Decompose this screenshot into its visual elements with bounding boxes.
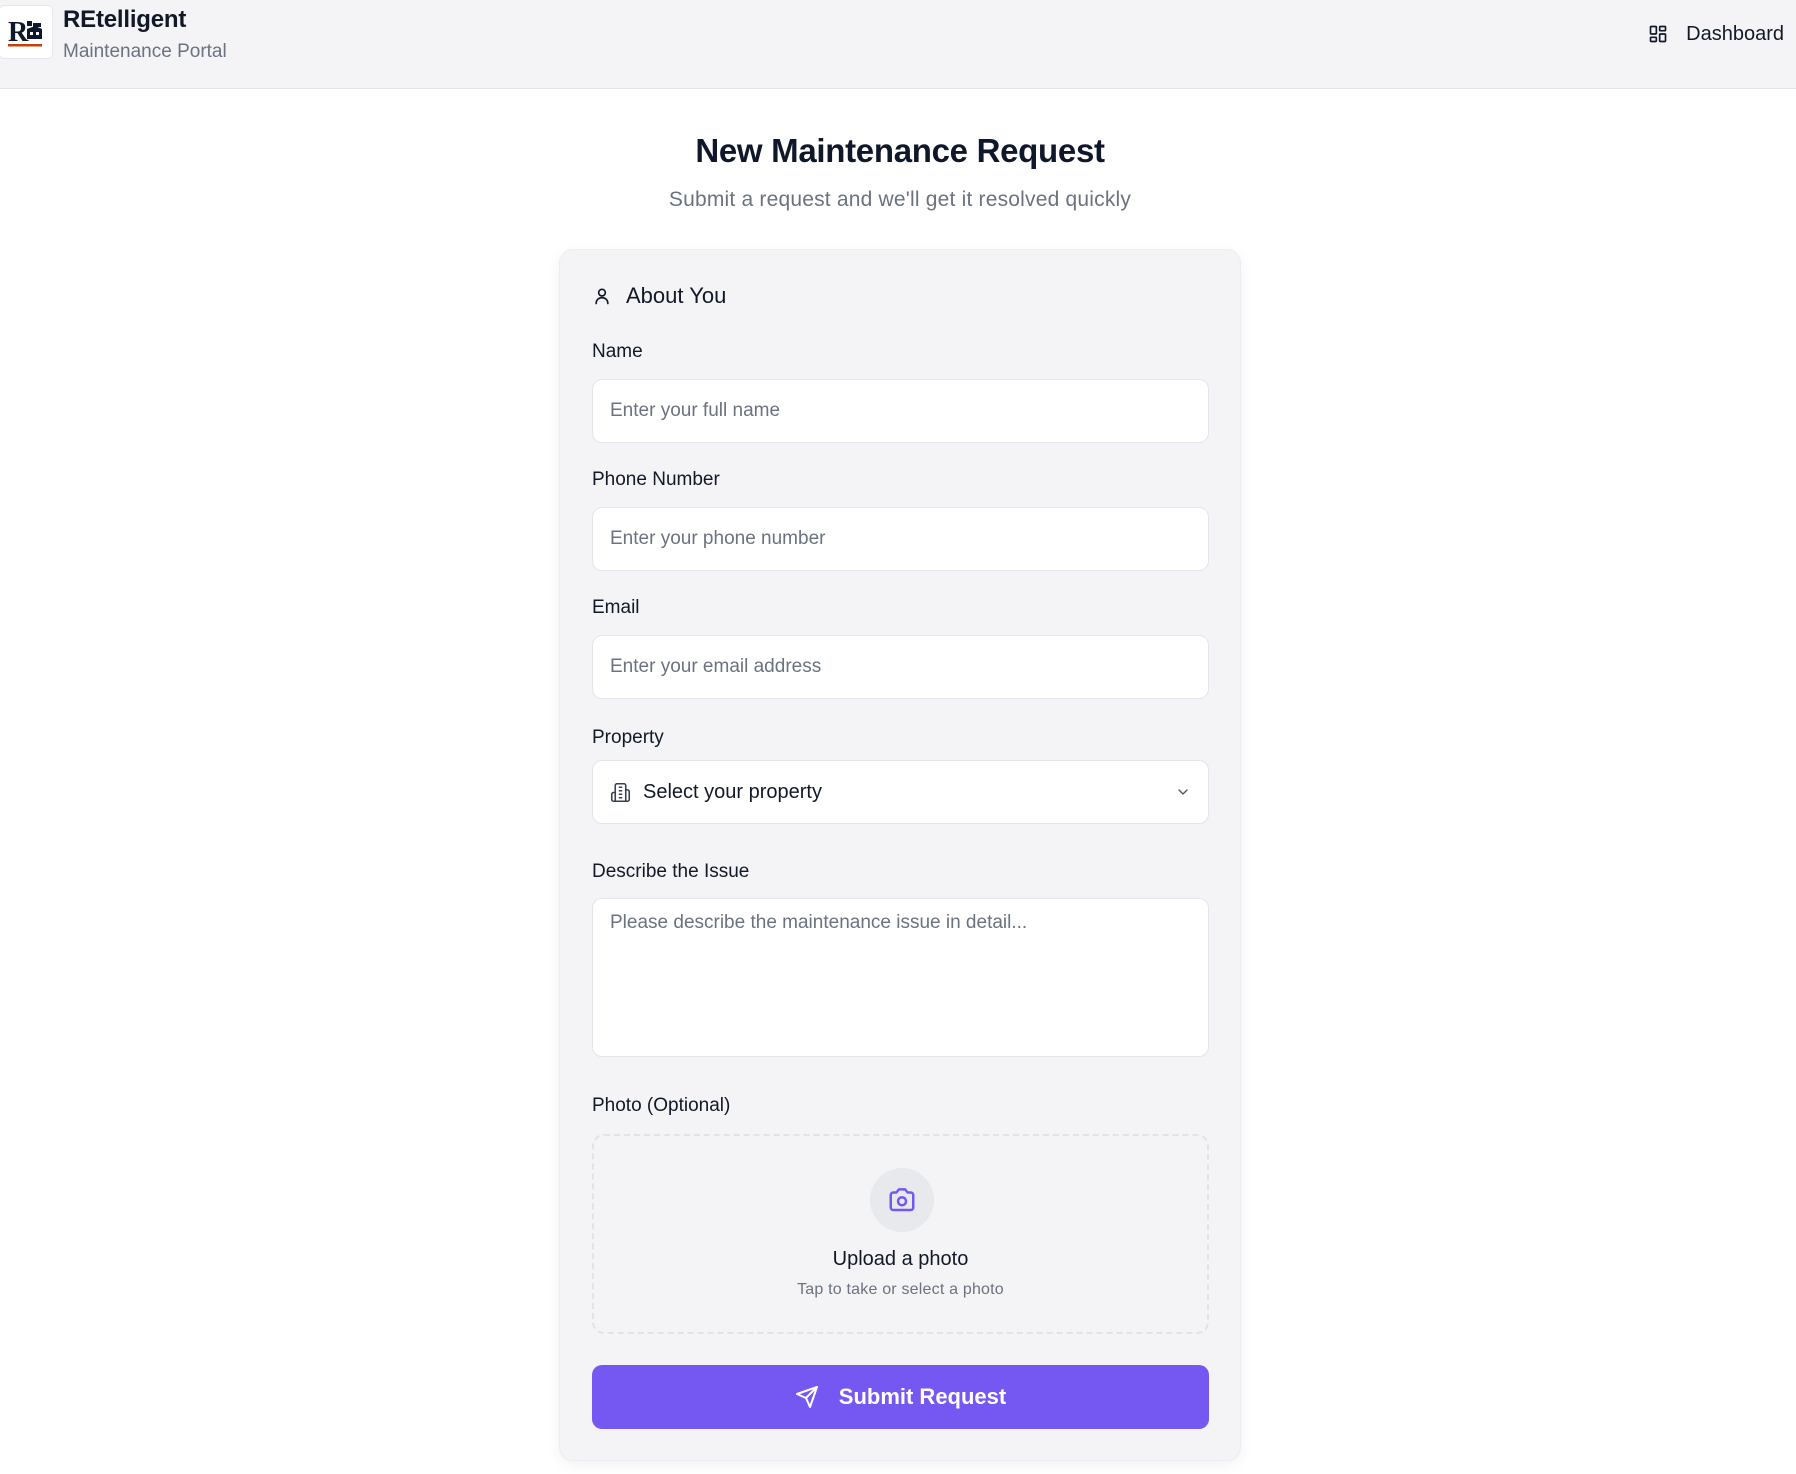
retelligent-logo-mark: R bbox=[8, 17, 42, 48]
photo-label: Photo (Optional) bbox=[592, 1095, 731, 1116]
submit-button-label: Submit Request bbox=[838, 1384, 1007, 1409]
maintenance-request-form: About You Name Phone Number Email Proper… bbox=[559, 249, 1241, 1461]
upload-hint: Tap to take or select a photo bbox=[797, 1281, 1004, 1298]
camera-icon-badge bbox=[870, 1168, 934, 1232]
property-label: Property bbox=[592, 727, 664, 748]
name-input[interactable] bbox=[592, 379, 1209, 443]
section-header-about-you: About You bbox=[592, 283, 726, 309]
name-label: Name bbox=[592, 341, 643, 362]
page-title: New Maintenance Request bbox=[695, 132, 1105, 169]
top-header: R REtelligent Maintenance Portal Dashboa… bbox=[0, 0, 1796, 89]
submit-request-button[interactable]: Submit Request bbox=[592, 1365, 1209, 1429]
property-select[interactable]: Select your property bbox=[592, 760, 1209, 824]
section-title: About You bbox=[626, 283, 727, 308]
svg-text:R: R bbox=[8, 17, 29, 48]
property-select-value: Select your property bbox=[643, 780, 822, 803]
building-icon bbox=[610, 782, 631, 802]
phone-input[interactable] bbox=[592, 507, 1209, 571]
dashboard-link-label: Dashboard bbox=[1686, 22, 1784, 45]
email-input[interactable] bbox=[592, 635, 1209, 699]
phone-label: Phone Number bbox=[592, 469, 720, 490]
issue-textarea[interactable] bbox=[592, 898, 1209, 1057]
camera-icon bbox=[889, 1188, 915, 1212]
layout-dashboard-icon bbox=[1649, 25, 1667, 43]
upload-title: Upload a photo bbox=[832, 1248, 969, 1270]
send-icon bbox=[795, 1386, 818, 1408]
app-subtitle: Maintenance Portal bbox=[63, 41, 227, 62]
app-title: REtelligent bbox=[63, 6, 187, 33]
chevron-down-icon bbox=[1178, 789, 1188, 795]
issue-label: Describe the Issue bbox=[592, 861, 750, 882]
dashboard-link[interactable]: Dashboard bbox=[1648, 20, 1784, 48]
email-label: Email bbox=[592, 597, 640, 618]
user-icon bbox=[595, 288, 609, 305]
photo-upload-dropzone[interactable]: Upload a photo Tap to take or select a p… bbox=[592, 1134, 1209, 1334]
app-logo[interactable]: R bbox=[0, 6, 52, 58]
page-subtitle: Submit a request and we'll get it resolv… bbox=[668, 188, 1132, 211]
